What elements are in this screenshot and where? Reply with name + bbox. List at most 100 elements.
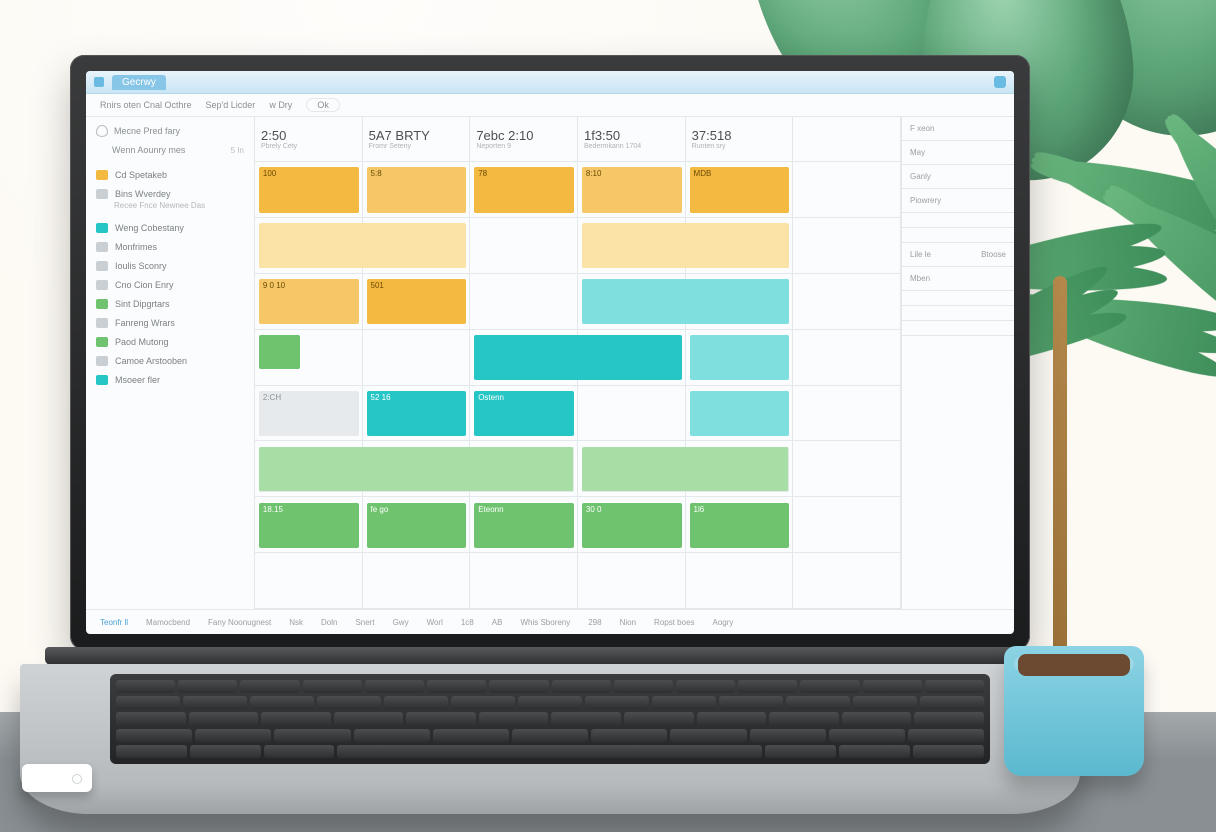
calendar-event[interactable] (259, 223, 467, 268)
sidebar-item[interactable]: Cd Spetakeb (86, 163, 254, 182)
sidebar-item[interactable]: Cno Cion Enry (86, 273, 254, 292)
column-header[interactable]: 2:50Pbrely Cety (255, 117, 363, 161)
calendar-event[interactable]: 52 16 (367, 391, 467, 436)
calendar-event[interactable]: 30 0 (582, 503, 682, 548)
sidebar-header: Mecne Pred fary (86, 117, 254, 145)
sidebar-item[interactable]: Camoe Arstooben (86, 349, 254, 368)
footer-item[interactable]: 1c8 (461, 618, 474, 627)
footer-item[interactable]: Whis Sboreny (520, 618, 570, 627)
dot-icon (96, 261, 108, 271)
sidebar-item-label: Paod Mutong (115, 337, 169, 347)
sidebar-count: 5 In (231, 146, 244, 155)
right-panel-row[interactable] (902, 228, 1014, 243)
dot-icon (96, 299, 108, 309)
calendar-event[interactable]: 8:10 (582, 167, 682, 212)
toolbar-item[interactable]: Sep'd Licder (206, 100, 256, 110)
sidebar-item[interactable]: Paod Mutong (86, 330, 254, 349)
right-panel-row[interactable]: Piowrery (902, 189, 1014, 213)
dot-icon (96, 280, 108, 290)
sidebar-item[interactable]: Fanreng Wrars (86, 311, 254, 330)
column-header[interactable]: 5A7 BRTYFromr Seteny (363, 117, 471, 161)
right-panel-row[interactable] (902, 291, 1014, 306)
calendar-event[interactable]: 100 (259, 167, 359, 212)
calendar-event[interactable]: 2:CH (259, 391, 359, 436)
calendar-event[interactable] (690, 391, 790, 436)
sidebar-item-label: Camoe Arstooben (115, 356, 187, 366)
right-panel-row[interactable]: F xeon (902, 117, 1014, 141)
dot-icon (96, 223, 108, 233)
right-panel-row[interactable] (902, 321, 1014, 336)
footer-item[interactable]: Snert (355, 618, 374, 627)
calendar-event[interactable] (582, 279, 790, 324)
footer-item[interactable]: Gwy (393, 618, 409, 627)
window-tab[interactable]: Gecrwy (112, 75, 166, 90)
calendar-event[interactable]: Ostenn (474, 391, 574, 436)
calendar-event[interactable]: 18.15 (259, 503, 359, 548)
calendar-event[interactable] (259, 335, 300, 369)
sidebar-item-label: Weng Cobestany (115, 223, 184, 233)
sidebar-item-label: Cd Spetakeb (115, 170, 167, 180)
calendar-event[interactable]: MDB (690, 167, 790, 212)
calendar-event[interactable]: 78 (474, 167, 574, 212)
calendar-grid[interactable]: 1005:8788:10MDB 9 0 10501 2:CH52 16Ostenn 1… (255, 162, 901, 609)
calendar-event[interactable] (690, 335, 790, 380)
calendar-event[interactable]: fe go (367, 503, 467, 548)
footer-item[interactable]: Nsk (289, 618, 303, 627)
footer-item[interactable]: Nion (620, 618, 636, 627)
column-label: Bedermkann 1704 (584, 143, 679, 150)
sidebar-item-label: Cno Cion Enry (115, 280, 174, 290)
sidebar-subtitle: Wenn Aounry mes (112, 145, 185, 155)
column-header[interactable]: 1f3:50Bedermkann 1704 (578, 117, 686, 161)
calendar-event[interactable]: Eteonn (474, 503, 574, 548)
calendar-event[interactable]: 5:8 (367, 167, 467, 212)
footer-item[interactable]: Mamocbend (146, 618, 190, 627)
right-panel-row[interactable]: May (902, 141, 1014, 165)
laptop-hinge (45, 647, 1055, 665)
footer-item[interactable]: Ropst boes (654, 618, 694, 627)
title-bar: Gecrwy (86, 71, 1014, 94)
plant-stem (1053, 276, 1067, 656)
footer-link[interactable]: Teonfr ll (100, 618, 128, 627)
keyboard (110, 674, 990, 764)
right-panel-row[interactable]: Lile leBtoose (902, 243, 1014, 267)
window-control-icon[interactable] (994, 76, 1006, 88)
calendar-event[interactable]: 1l6 (690, 503, 790, 548)
calendar-event[interactable] (582, 447, 790, 492)
column-header[interactable]: 7ebc 2:10Neporten 9 (470, 117, 578, 161)
footer-item[interactable]: Aogry (713, 618, 734, 627)
sidebar-item[interactable]: Msoeer fler (86, 368, 254, 387)
sidebar-item[interactable]: Bins Wverdey (86, 182, 254, 201)
right-panel-row[interactable]: Ganly (902, 165, 1014, 189)
column-header[interactable]: 37:518Runten sry (686, 117, 794, 161)
dot-icon (96, 356, 108, 366)
toolbar-pill[interactable]: Ok (306, 98, 340, 112)
sidebar-item[interactable]: Sint Dipgrtars (86, 292, 254, 311)
calendar-event[interactable] (474, 335, 682, 380)
calendar-event[interactable] (582, 223, 790, 268)
calendar-event[interactable]: 9 0 10 (259, 279, 359, 324)
column-header[interactable] (793, 117, 901, 161)
sidebar-item[interactable]: Ioulis Sconry (86, 254, 254, 273)
footer-item[interactable]: Worl (427, 618, 443, 627)
sidebar-item[interactable]: Weng Cobestany (86, 216, 254, 235)
right-panel-row[interactable] (902, 306, 1014, 321)
footer-item[interactable]: AB (492, 618, 503, 627)
calendar-event[interactable] (259, 447, 574, 492)
sidebar-item-label: Bins Wverdey (115, 189, 171, 199)
right-panel-row[interactable]: Mben (902, 267, 1014, 291)
right-panel-row[interactable] (902, 213, 1014, 228)
toolbar-item[interactable]: Rnirs oten Cnal Octhre (100, 100, 192, 110)
column-time: 37:518 (692, 128, 787, 143)
footer-item[interactable]: 298 (588, 618, 601, 627)
footer-item[interactable]: Fany Noonugnest (208, 618, 271, 627)
sidebar-item-label: Ioulis Sconry (115, 261, 167, 271)
calendar-icon (94, 77, 104, 87)
calendar-event[interactable]: 501 (367, 279, 467, 324)
sidebar-item[interactable]: Monfrimes (86, 235, 254, 254)
dot-icon (96, 375, 108, 385)
toolbar-item[interactable]: w Dry (269, 100, 292, 110)
sidebar-item-sub: Recee Fnce Newnee Das (86, 201, 254, 216)
toolbar: Rnirs oten Cnal Octhre Sep'd Licder w Dr… (86, 94, 1014, 117)
footer-item[interactable]: Doln (321, 618, 337, 627)
bell-icon (96, 125, 108, 137)
